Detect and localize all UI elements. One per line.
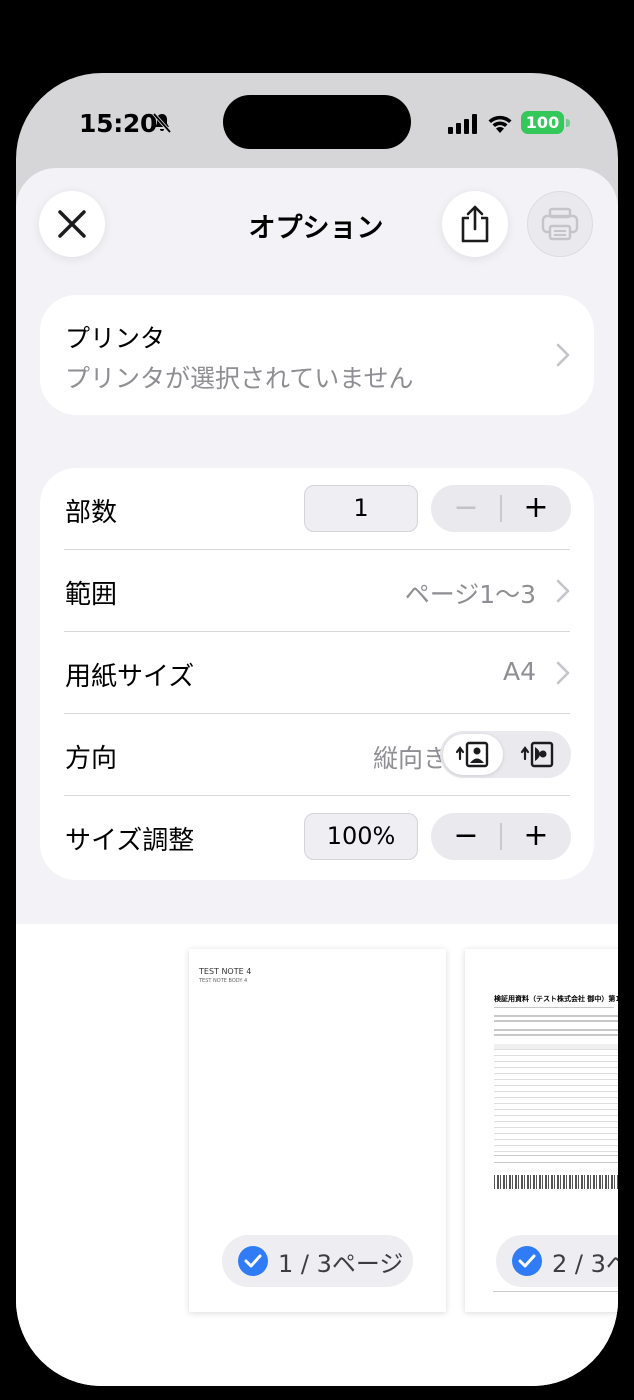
copies-stepper: − +: [431, 485, 571, 532]
printer-label: プリンタ: [65, 324, 166, 353]
options-sheet: オプション プリンタ プリンタが選択されていません 部数 1 − + 範囲 ペー…: [16, 168, 618, 1386]
orientation-row: 方向 縦向き: [40, 714, 594, 796]
page-preview-2[interactable]: 検証用資料（テスト株式会社 御中）第1部 2 / 3ペ: [465, 949, 618, 1312]
range-value: ページ1〜3: [404, 580, 536, 609]
wifi-icon: [488, 115, 512, 133]
portrait-orientation-icon[interactable]: [455, 741, 491, 768]
status-time: 15:20: [79, 109, 158, 138]
paper-size-row[interactable]: 用紙サイズ A4: [40, 632, 594, 714]
copies-label: 部数: [65, 498, 118, 528]
range-label: 範囲: [65, 580, 118, 610]
scale-stepper: − +: [431, 813, 571, 860]
scale-field[interactable]: 100%: [304, 813, 418, 860]
printer-status: プリンタが選択されていません: [65, 364, 414, 393]
page-1-title: TEST NOTE 4: [199, 967, 252, 976]
page-2-title: 検証用資料（テスト株式会社 御中）第1部: [494, 995, 618, 1003]
scale-increment-button[interactable]: +: [501, 813, 571, 860]
printer-icon: [541, 207, 579, 241]
copies-decrement-button[interactable]: −: [431, 485, 501, 532]
orientation-value: 縦向き: [372, 744, 448, 773]
printer-selector[interactable]: プリンタ プリンタが選択されていません: [40, 295, 594, 415]
page-2-table: [494, 1044, 618, 1152]
orientation-segmented-control: [440, 731, 571, 778]
scale-decrement-button[interactable]: −: [431, 813, 501, 860]
print-settings-card: 部数 1 − + 範囲 ページ1〜3 用紙サイズ A4 方向 縦向き サイズ調整…: [40, 468, 594, 880]
scale-label: サイズ調整: [65, 826, 195, 856]
close-icon: [58, 210, 86, 238]
status-bar: 15:20 100: [16, 73, 618, 168]
cellular-signal-icon: [448, 114, 477, 134]
page-preview-1[interactable]: TEST NOTE 4 TEST NOTE BODY 4 1 / 3ページ: [189, 949, 446, 1312]
close-button[interactable]: [39, 191, 105, 257]
paper-size-value: A4: [502, 657, 536, 686]
range-row[interactable]: 範囲 ページ1〜3: [40, 550, 594, 632]
page-2-label: 2 / 3ページ: [552, 1249, 618, 1278]
checkmark-icon: [238, 1246, 268, 1276]
page-1-body: TEST NOTE BODY 4: [199, 978, 248, 984]
bell-slash-icon: [152, 112, 172, 134]
page-1-badge[interactable]: 1 / 3ページ: [222, 1235, 413, 1287]
battery-level: 100: [521, 111, 564, 134]
dynamic-island: [223, 95, 411, 149]
orientation-label: 方向: [65, 744, 118, 774]
chevron-right-icon: [556, 661, 570, 685]
share-icon: [461, 205, 489, 243]
copies-increment-button[interactable]: +: [501, 485, 571, 532]
chevron-right-icon: [556, 343, 570, 367]
print-button[interactable]: [527, 191, 593, 257]
barcode: [494, 1175, 618, 1189]
chevron-right-icon: [556, 579, 570, 603]
page-title: オプション: [248, 213, 384, 244]
scale-row: サイズ調整 100% − +: [40, 796, 594, 878]
copies-field[interactable]: 1: [304, 485, 418, 532]
share-button[interactable]: [442, 191, 508, 257]
page-2-badge[interactable]: 2 / 3ページ: [496, 1235, 618, 1287]
paper-size-label: 用紙サイズ: [65, 662, 195, 692]
page-preview-strip[interactable]: TEST NOTE 4 TEST NOTE BODY 4 1 / 3ページ 検証…: [16, 924, 618, 1386]
battery-indicator: 100: [521, 111, 571, 135]
page-1-label: 1 / 3ページ: [278, 1249, 404, 1278]
copies-row: 部数 1 − +: [40, 468, 594, 550]
landscape-orientation-icon[interactable]: [520, 741, 556, 768]
checkmark-icon: [512, 1246, 542, 1276]
phone-frame: 15:20 100 オプション プリンタ プリンタが選択されていません 部数 1…: [16, 73, 618, 1386]
